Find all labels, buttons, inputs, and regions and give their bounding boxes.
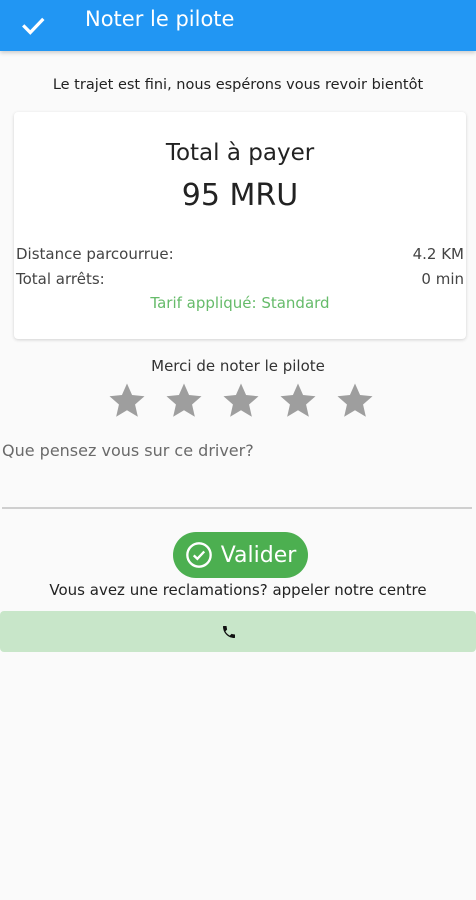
trip-finished-message: Le trajet est fini, nous espérons vous r… [52, 77, 424, 93]
distance-row: Distance parcourrue: 4.2 KM [16, 245, 464, 263]
total-amount: 95 MRU [181, 178, 299, 213]
phone-icon [223, 625, 235, 638]
complaint-text: Vous avez une reclamations? appeler notr… [49, 581, 427, 599]
star-icon-3[interactable] [220, 380, 262, 422]
call-center-button[interactable] [0, 611, 476, 652]
distance-value: 4.2 KM [412, 245, 464, 263]
stops-row: Total arrêts: 0 min [16, 270, 464, 288]
stops-label: Total arrêts: [16, 270, 105, 288]
total-label: Total à payer [165, 140, 315, 166]
page-title: Noter le pilote [85, 6, 235, 31]
tarif-label: Tarif appliqué: Standard [150, 294, 330, 312]
check-icon[interactable] [19, 12, 47, 40]
star-icon-1[interactable] [106, 380, 148, 422]
feedback-placeholder: Que pensez vous sur ce driver? [2, 441, 254, 460]
stops-value: 0 min [421, 270, 464, 288]
star-rating [106, 380, 376, 426]
star-icon-5[interactable] [334, 380, 376, 422]
star-icon-2[interactable] [163, 380, 205, 422]
app-bar: Noter le pilote [0, 0, 476, 51]
validate-button[interactable]: Valider [173, 532, 308, 578]
check-circle-icon [185, 542, 212, 568]
fare-summary-card: Total à payer 95 MRU Distance parcourrue… [14, 112, 466, 339]
validate-label: Valider [220, 542, 297, 568]
rating-label: Merci de noter le pilote [151, 357, 325, 375]
star-icon-4[interactable] [277, 380, 319, 422]
distance-label: Distance parcourrue: [16, 245, 174, 263]
feedback-field[interactable]: Que pensez vous sur ce driver? [2, 441, 472, 509]
